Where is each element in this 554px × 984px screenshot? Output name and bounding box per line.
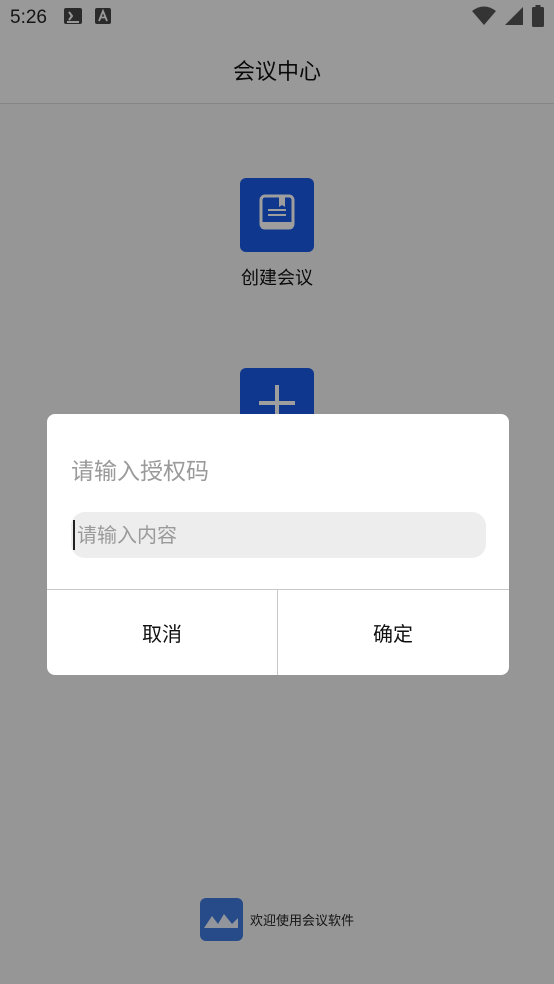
cancel-button[interactable]: 取消: [47, 590, 277, 675]
screen: 5:26 会议中心 创建会议 欢迎使用会议软件 请输入授权码 请输入内容 取消 …: [0, 0, 554, 984]
text-caret: [73, 520, 75, 550]
auth-code-dialog: 请输入授权码 取消 确定: [47, 414, 509, 675]
dialog-title: 请输入授权码: [71, 459, 209, 485]
confirm-button[interactable]: 确定: [278, 590, 508, 675]
auth-code-input[interactable]: [71, 512, 486, 558]
